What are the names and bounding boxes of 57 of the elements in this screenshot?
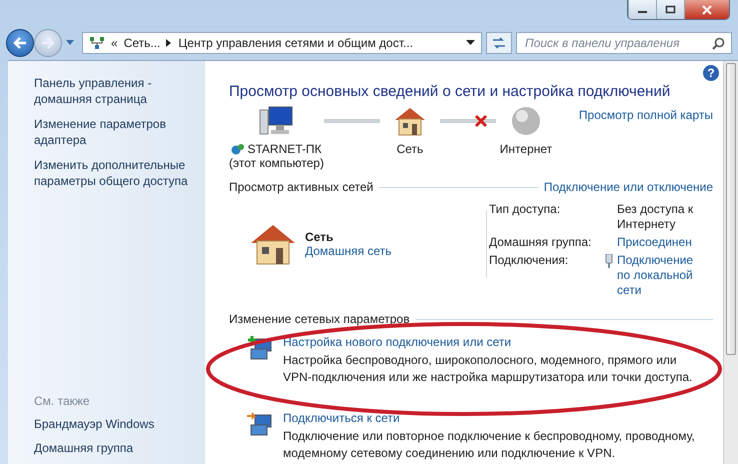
breadcrumb-separator-icon xyxy=(166,39,172,47)
map-node-label: Интернет xyxy=(500,142,552,156)
search-field[interactable]: Поиск в панели управления xyxy=(516,32,732,54)
house-icon xyxy=(392,106,427,136)
see-also-link[interactable]: Домашняя группа xyxy=(34,440,197,456)
help-button[interactable]: ? xyxy=(703,65,719,81)
section-heading: Изменение сетевых параметров xyxy=(229,312,410,326)
history-dropdown-icon[interactable] xyxy=(66,40,74,46)
task-description: Настройка беспроводного, широкополосного, модемного, прямого или VPN-подключения или же настройка маршрутизатора или точки доступа. xyxy=(283,352,694,386)
section-heading: Просмотр активных сетей xyxy=(229,180,374,194)
task-link[interactable]: Настройка нового подключения или сети xyxy=(283,335,708,349)
sidebar-link[interactable]: Изменить дополнительные параметры общего доступа xyxy=(34,157,197,189)
computer-icon xyxy=(259,106,294,136)
property-link[interactable]: Подключение по локальной сети xyxy=(617,253,707,298)
back-arrow-icon xyxy=(13,37,27,49)
maximize-button[interactable] xyxy=(656,0,684,19)
sidebar-link[interactable]: Изменение параметров адаптера xyxy=(34,116,197,148)
breadcrumb[interactable]: Центр управления сетями и общим дост... xyxy=(178,36,413,50)
close-button[interactable] xyxy=(684,0,729,19)
network-adapter-icon xyxy=(231,143,246,155)
dropdown-arrow-icon[interactable] xyxy=(466,40,475,46)
task-link[interactable]: Подключиться к сети xyxy=(283,411,708,425)
search-icon xyxy=(712,36,725,50)
maximize-icon xyxy=(664,4,676,14)
new-connection-icon xyxy=(247,335,273,361)
forward-arrow-icon xyxy=(41,37,55,49)
map-node-label: STARNET-ПК xyxy=(247,142,322,156)
back-button[interactable] xyxy=(6,29,34,57)
map-node-sublabel: (этот компьютер) xyxy=(229,156,324,170)
network-type-link[interactable]: Домашняя сеть xyxy=(305,244,392,258)
globe-icon xyxy=(510,106,541,136)
property-label: Тип доступа: xyxy=(489,202,562,218)
sidebar-link[interactable]: Панель управления - домашняя страница xyxy=(34,75,197,107)
address-bar[interactable]: « Сеть... Центр управления сетями и общим дост... xyxy=(82,32,482,54)
page-title: Просмотр основных сведений о сети и настройка подключений xyxy=(229,83,672,100)
property-label: Домашняя группа: xyxy=(489,235,592,250)
network-center-icon xyxy=(89,35,105,51)
breadcrumb-overflow[interactable]: « xyxy=(111,36,118,50)
minimize-button[interactable] xyxy=(628,0,656,19)
breadcrumb[interactable]: Сеть... xyxy=(124,36,160,50)
property-label: Подключения: xyxy=(489,253,570,269)
house-icon xyxy=(249,223,297,265)
task-description: Подключение или повторное подключение к беспроводному, проводному, модемному сетевому соединению или подключение к VPN. xyxy=(283,428,696,462)
see-also-link[interactable]: Брандмауэр Windows xyxy=(34,416,197,432)
property-link[interactable]: Присоединен xyxy=(617,235,707,250)
see-also-heading: См. также xyxy=(34,394,91,408)
connect-disconnect-link[interactable]: Подключение или отключение xyxy=(544,180,713,194)
map-node-label: Сеть xyxy=(396,142,424,156)
full-map-link[interactable]: Просмотр полной карты xyxy=(578,108,713,170)
network-name: Сеть xyxy=(305,230,334,244)
ethernet-cable-icon xyxy=(605,254,613,268)
property-value: Без доступа к Интернету xyxy=(617,202,694,232)
refresh-icon xyxy=(491,36,507,50)
refresh-button[interactable] xyxy=(486,32,512,54)
scrollbar[interactable] xyxy=(723,61,738,464)
close-icon xyxy=(701,4,713,14)
connect-network-icon xyxy=(247,411,273,437)
